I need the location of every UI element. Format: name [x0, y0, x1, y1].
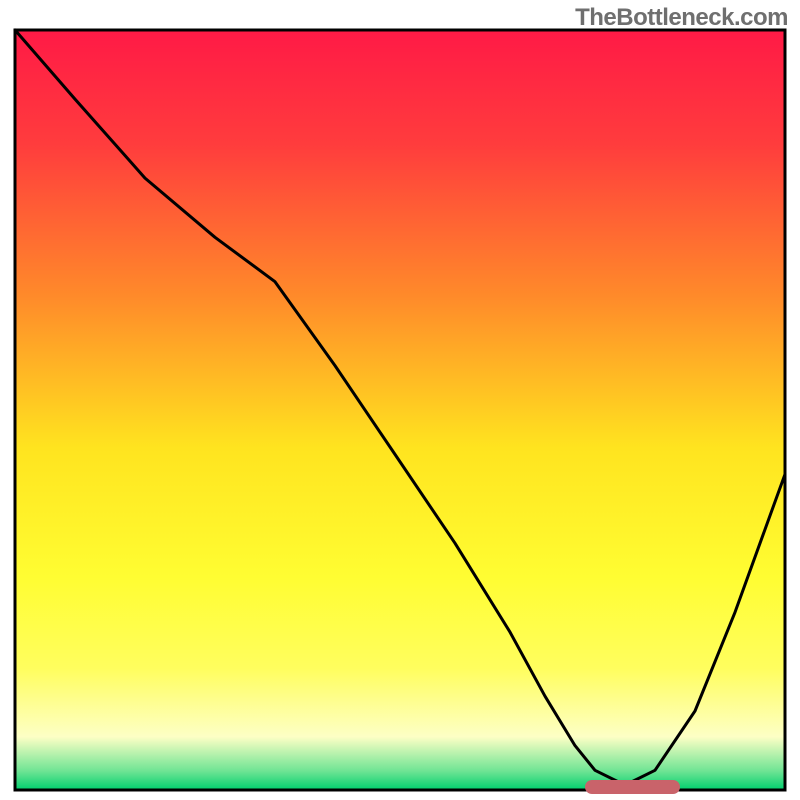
optimal-range-bar — [585, 780, 680, 794]
bottleneck-plot — [0, 0, 800, 800]
chart-stage: TheBottleneck.com — [0, 0, 800, 800]
plot-background — [15, 30, 785, 790]
